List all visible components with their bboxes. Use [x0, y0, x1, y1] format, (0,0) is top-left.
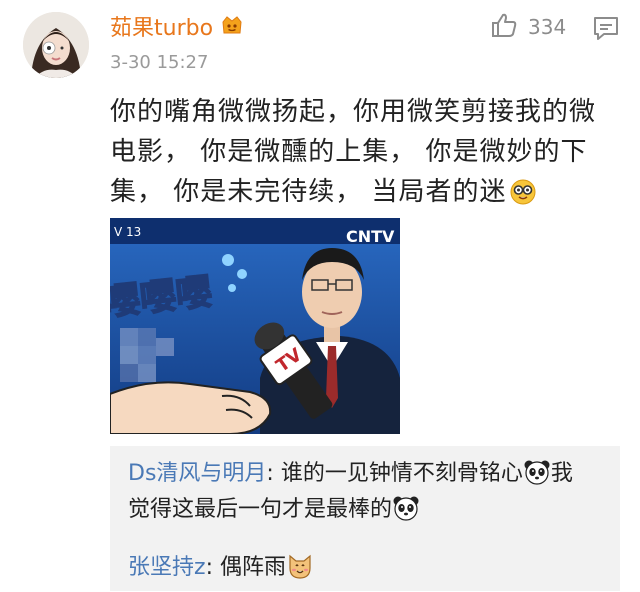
corner-tag: V 13 [114, 225, 141, 239]
comment-icon[interactable] [592, 14, 620, 42]
post-text-segment: 集， 你是未完待续， 当局者的迷 [110, 177, 507, 207]
reply-item[interactable]: Ds清风与明月: 谁的一见钟情不刻骨铭心 我 觉得这最后一句才是最棒的 [128, 456, 573, 528]
like-button[interactable]: 334 [490, 10, 566, 44]
channel-logo: CNTV [346, 227, 395, 246]
username[interactable]: 茹果turbo [110, 10, 213, 42]
reply-text: 偶阵雨 [212, 555, 286, 580]
post-text-line: 集， 你是未完待续， 当局者的迷 [110, 172, 620, 212]
reply-text: 觉得这最后一句才是最棒的 [128, 497, 393, 522]
cat-emoji [286, 552, 314, 580]
post-text-line: 你的嘴角微微扬起，你用微笑剪接我的微 [110, 97, 597, 127]
reply-separator: : [205, 555, 213, 580]
thumbs-up-icon [490, 11, 518, 44]
timestamp: 3-30 15:27 [110, 52, 209, 73]
avatar-portrait [23, 12, 89, 78]
reply-text: 谁的一见钟情不刻骨铭心 [273, 461, 523, 486]
crown-badge-icon [220, 14, 244, 36]
post-text-line: 电影， 你是微醺的上集， 你是微妙的下 [110, 137, 588, 167]
reply-list: Ds清风与明月: 谁的一见钟情不刻骨铭心 我 觉得这最后一句才是最棒的 张坚持z… [110, 446, 620, 591]
reply-text: 我 [550, 461, 573, 486]
reply-author[interactable]: Ds清风与明月 [128, 461, 266, 486]
reply-author[interactable]: 张坚持z [128, 555, 206, 580]
reply-item[interactable]: 张坚持z: 偶阵雨 [128, 550, 314, 586]
panda-emoji [392, 494, 420, 522]
like-count: 334 [528, 15, 567, 39]
nerd-face-emoji [509, 178, 537, 206]
panda-emoji [523, 458, 551, 486]
reply-separator: : [266, 461, 274, 486]
post-image[interactable]: V 13 CNTV 嘤嘤嘤 TV [110, 218, 400, 434]
post-text: 你的嘴角微微扬起，你用微笑剪接我的微 电影， 你是微醺的上集， 你是微妙的下 集… [110, 92, 620, 212]
avatar[interactable] [23, 12, 89, 78]
